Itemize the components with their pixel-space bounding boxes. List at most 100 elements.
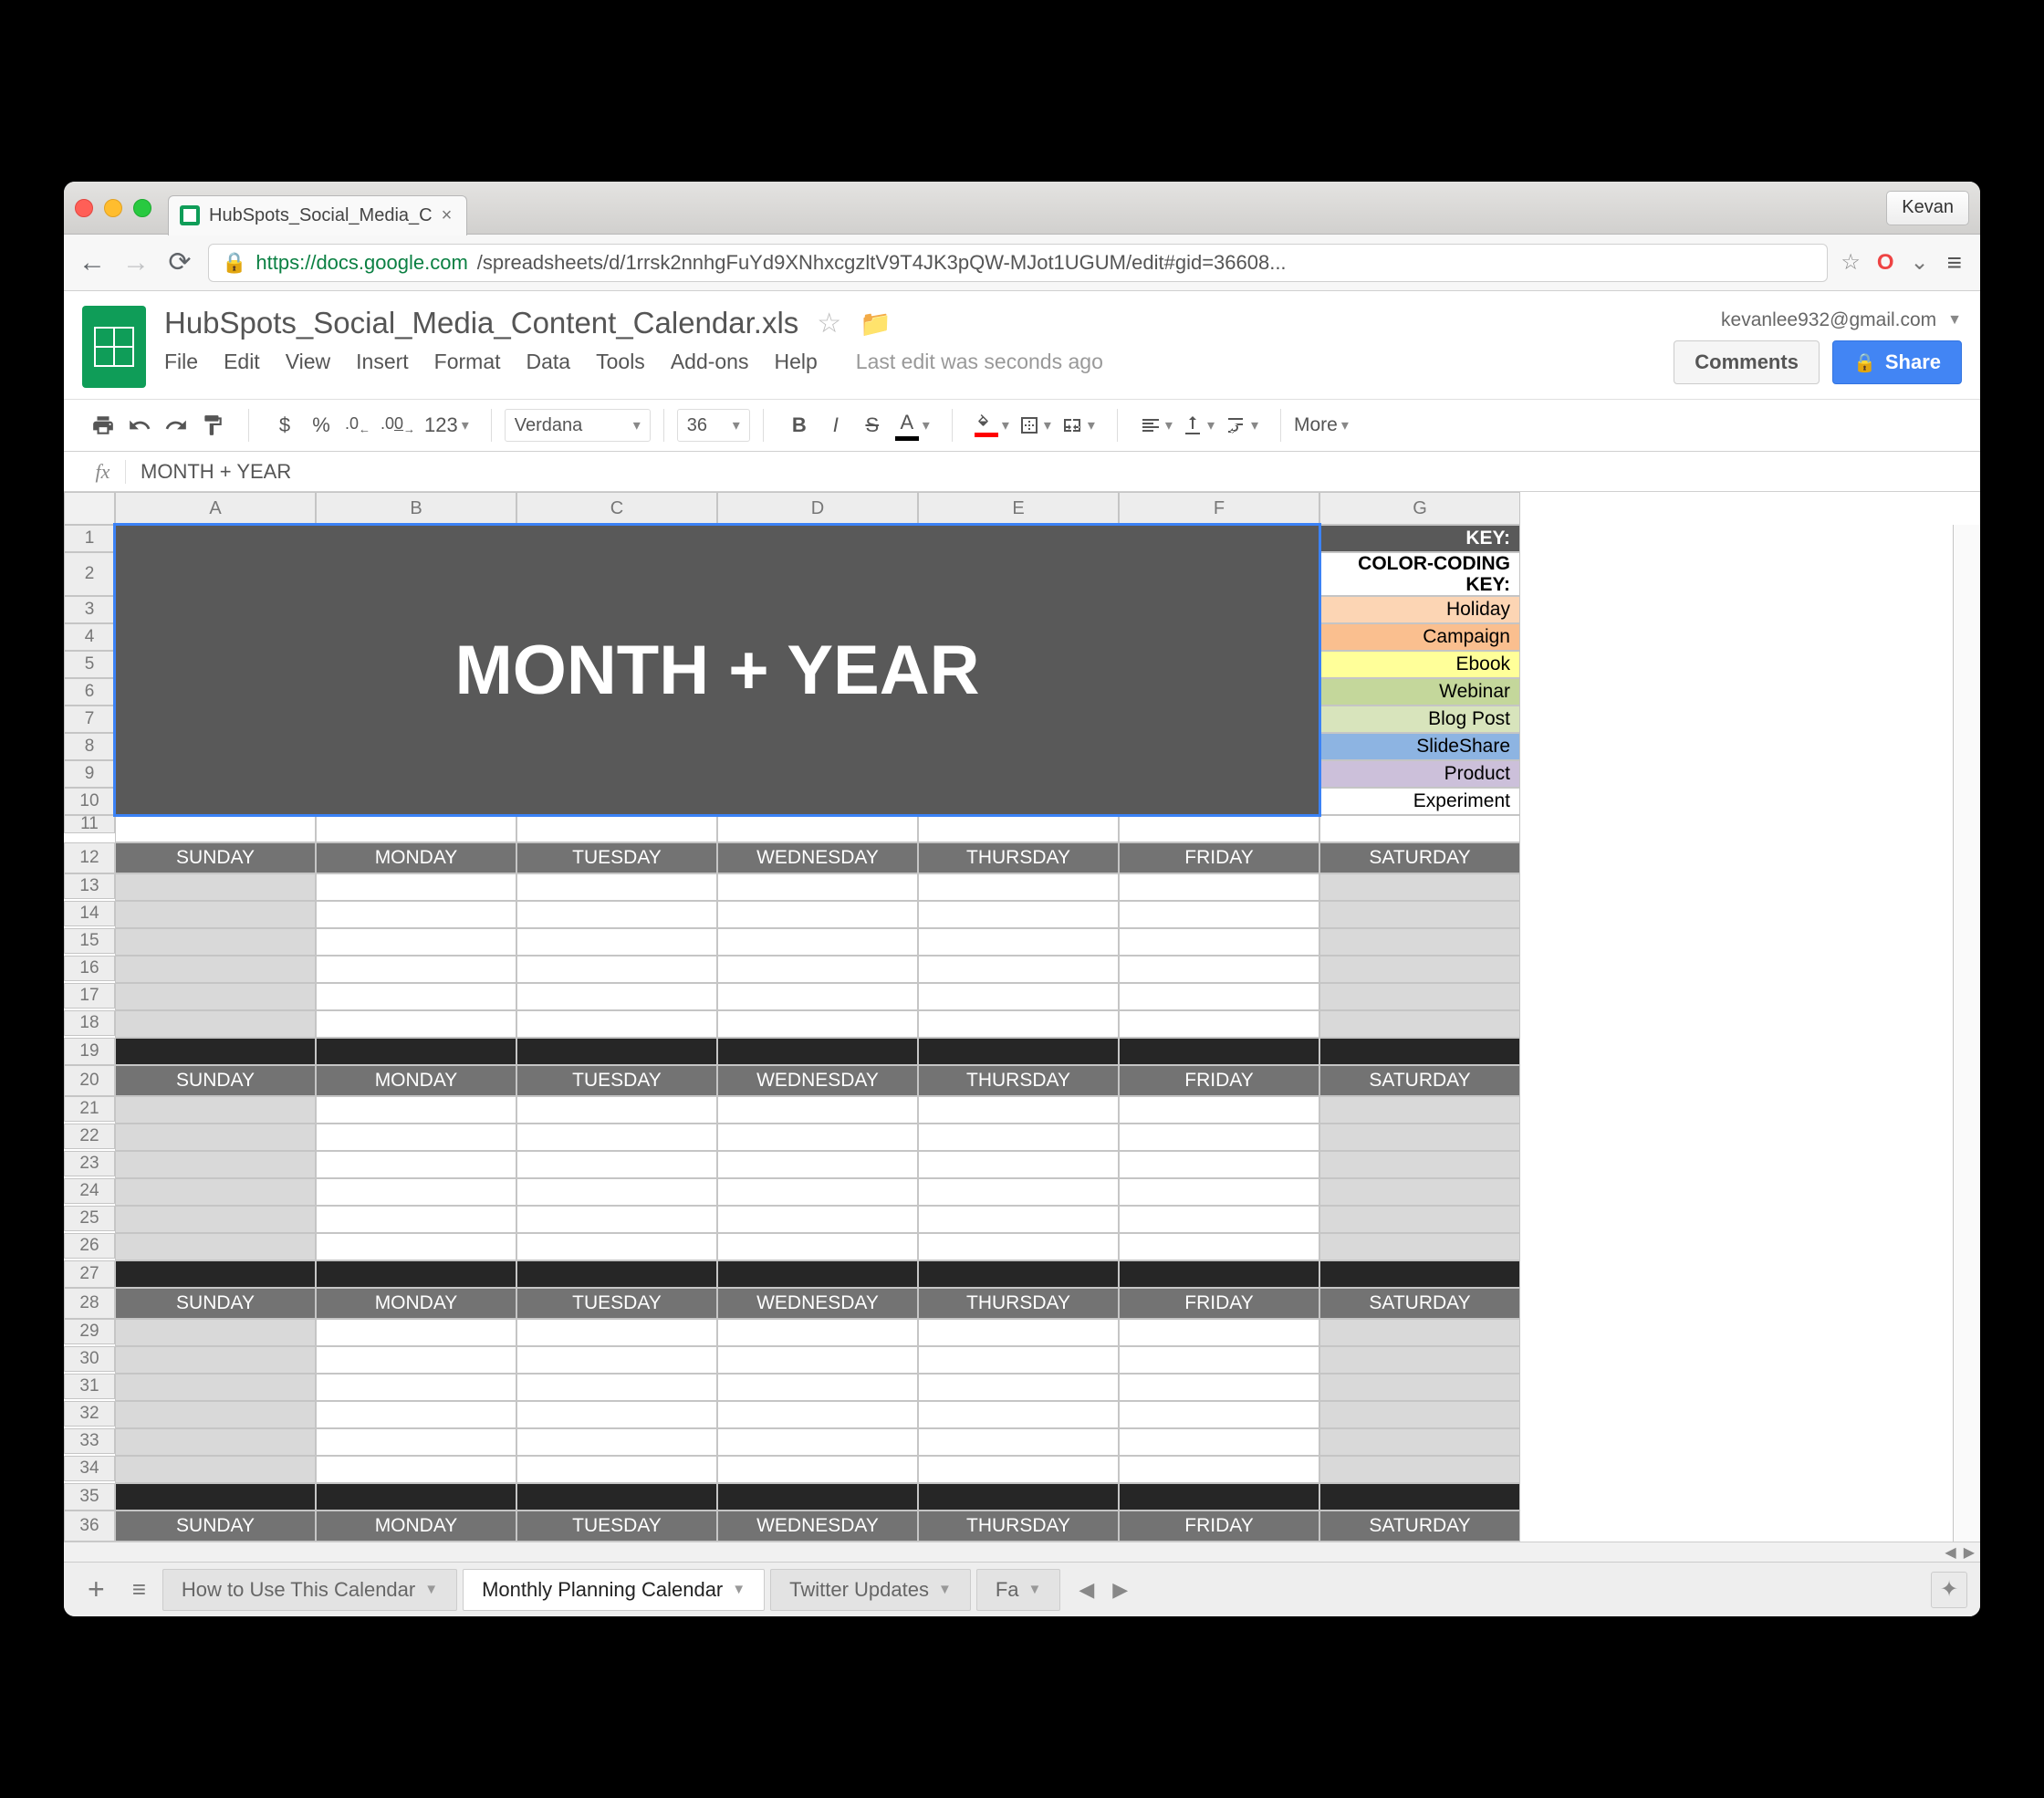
bold-button[interactable]: B [786,410,813,441]
cell-C25[interactable] [516,1206,717,1233]
cell-B32[interactable] [316,1401,516,1428]
column-header-G[interactable]: G [1319,492,1520,525]
tab-menu-caret-icon[interactable]: ▼ [1028,1582,1042,1597]
vertical-align-button[interactable]: ▾ [1182,410,1215,441]
cell-G14[interactable] [1319,901,1520,928]
cell-A26[interactable] [115,1233,316,1260]
cell-C11[interactable] [516,815,717,842]
row-header-19[interactable]: 19 [64,1038,115,1065]
cell-A31[interactable] [115,1374,316,1401]
cell-G23[interactable] [1319,1151,1520,1178]
cell-C33[interactable] [516,1428,717,1456]
menu-help[interactable]: Help [774,350,817,374]
cell-B25[interactable] [316,1206,516,1233]
cell-G26[interactable] [1319,1233,1520,1260]
cell-A16[interactable] [115,956,316,983]
menu-format[interactable]: Format [434,350,501,374]
cell-B21[interactable] [316,1096,516,1124]
cell-C18[interactable] [516,1010,717,1038]
cell-G16[interactable] [1319,956,1520,983]
close-window-button[interactable] [75,199,93,217]
cell-C16[interactable] [516,956,717,983]
currency-format-button[interactable]: $ [271,410,298,441]
browser-tab[interactable]: HubSpots_Social_Media_C × [168,195,467,235]
column-header-B[interactable]: B [316,492,516,525]
reload-button[interactable]: ⟳ [164,247,195,278]
cell-E21[interactable] [918,1096,1119,1124]
menu-data[interactable]: Data [527,350,571,374]
sheet-tab-twitter-updates[interactable]: Twitter Updates▼ [770,1569,971,1611]
cell-E32[interactable] [918,1401,1119,1428]
cell-B31[interactable] [316,1374,516,1401]
cell-E24[interactable] [918,1178,1119,1206]
cell-D16[interactable] [717,956,918,983]
cell-E33[interactable] [918,1428,1119,1456]
paint-format-button[interactable] [199,410,226,441]
row-header-13[interactable]: 13 [64,873,115,899]
cell-D25[interactable] [717,1206,918,1233]
sheet-tab-monthly-planning-calendar[interactable]: Monthly Planning Calendar▼ [463,1569,765,1611]
horizontal-align-button[interactable]: ▾ [1140,410,1173,441]
cell-F14[interactable] [1119,901,1319,928]
cell-D30[interactable] [717,1346,918,1374]
cell-E14[interactable] [918,901,1119,928]
cell-G31[interactable] [1319,1374,1520,1401]
cell-A25[interactable] [115,1206,316,1233]
star-document-button[interactable]: ☆ [817,308,841,340]
row-header-27[interactable]: 27 [64,1260,115,1288]
row-header-8[interactable]: 8 [64,733,115,760]
row-header-33[interactable]: 33 [64,1428,115,1454]
cell-B18[interactable] [316,1010,516,1038]
cell-F11[interactable] [1119,815,1319,842]
select-all-cell[interactable] [64,492,115,525]
menu-file[interactable]: File [164,350,198,374]
cell-A29[interactable] [115,1319,316,1346]
close-tab-button[interactable]: × [442,205,453,226]
cell-G15[interactable] [1319,928,1520,956]
sheet-tab-how-to-use-this-calendar[interactable]: How to Use This Calendar▼ [162,1569,457,1611]
cell-C21[interactable] [516,1096,717,1124]
row-header-28[interactable]: 28 [64,1288,115,1319]
cell-F31[interactable] [1119,1374,1319,1401]
cell-C31[interactable] [516,1374,717,1401]
cell-D21[interactable] [717,1096,918,1124]
cell-A17[interactable] [115,983,316,1010]
cell-A21[interactable] [115,1096,316,1124]
all-sheets-button[interactable]: ≡ [121,1575,157,1604]
cell-A11[interactable] [115,815,316,842]
address-bar[interactable]: 🔒 https://docs.google.com/spreadsheets/d… [208,244,1828,282]
add-sheet-button[interactable]: + [77,1573,116,1606]
cell-E31[interactable] [918,1374,1119,1401]
cell-E29[interactable] [918,1319,1119,1346]
cell-G33[interactable] [1319,1428,1520,1456]
row-header-12[interactable]: 12 [64,842,115,873]
row-header-24[interactable]: 24 [64,1178,115,1204]
document-title[interactable]: HubSpots_Social_Media_Content_Calendar.x… [164,306,798,340]
cell-B23[interactable] [316,1151,516,1178]
account-email[interactable]: kevanlee932@gmail.com [1721,309,1936,331]
cell-B29[interactable] [316,1319,516,1346]
row-header-14[interactable]: 14 [64,901,115,926]
cell-D29[interactable] [717,1319,918,1346]
cell-A23[interactable] [115,1151,316,1178]
column-header-F[interactable]: F [1119,492,1319,525]
month-year-title-cell[interactable]: MONTH + YEAR [115,525,1319,815]
cell-B26[interactable] [316,1233,516,1260]
percent-format-button[interactable]: % [308,410,335,441]
cell-B34[interactable] [316,1456,516,1483]
cell-G22[interactable] [1319,1124,1520,1151]
cell-G17[interactable] [1319,983,1520,1010]
cell-C13[interactable] [516,873,717,901]
cell-A34[interactable] [115,1456,316,1483]
cell-A33[interactable] [115,1428,316,1456]
row-header-29[interactable]: 29 [64,1319,115,1344]
row-header-35[interactable]: 35 [64,1483,115,1511]
row-header-6[interactable]: 6 [64,678,115,706]
spreadsheet-grid[interactable]: ABCDEFG1MONTH + YEARKEY:2COLOR-CODING KE… [64,492,1980,1542]
cell-C23[interactable] [516,1151,717,1178]
scroll-left-icon[interactable]: ◀ [1945,1543,1955,1562]
formula-input[interactable]: MONTH + YEAR [141,460,291,484]
menu-insert[interactable]: Insert [356,350,409,374]
fill-color-button[interactable]: ▾ [975,410,1009,441]
chrome-profile-button[interactable]: Kevan [1886,191,1969,225]
